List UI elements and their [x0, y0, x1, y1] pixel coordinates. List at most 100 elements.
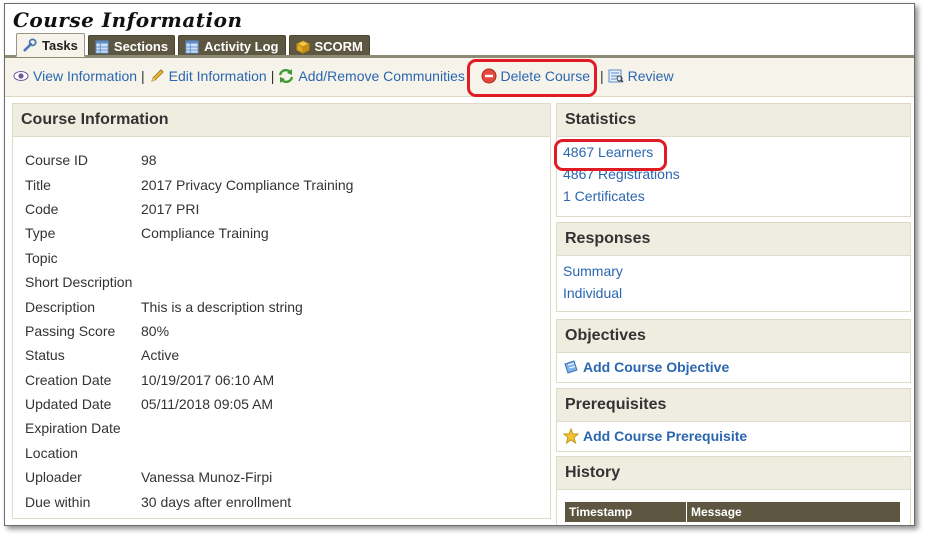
- info-label: Location: [25, 444, 78, 461]
- add-course-objective-label: Add Course Objective: [583, 359, 730, 375]
- add-course-prerequisite-link[interactable]: Add Course Prerequisite: [557, 422, 910, 444]
- info-row: Short Description: [25, 270, 353, 294]
- add-remove-communities-link[interactable]: Add/Remove Communities: [278, 68, 465, 84]
- info-value: 80%: [141, 322, 170, 339]
- info-row: Updated Date 05/11/2018 09:05 AM: [25, 392, 353, 416]
- info-value: [141, 441, 353, 465]
- prerequisites-heading: Prerequisites: [557, 389, 910, 422]
- info-label: Description: [25, 298, 96, 315]
- info-row: Topic: [25, 246, 353, 270]
- tab-sections[interactable]: Sections: [87, 35, 176, 57]
- tab-label: Tasks: [42, 37, 78, 53]
- info-value: 30 days after enrollment: [141, 493, 292, 510]
- history-panel: History Timestamp Message: [556, 456, 911, 525]
- responses-heading: Responses: [557, 223, 910, 256]
- info-row: Due within 30 days after enrollment: [25, 489, 353, 513]
- separator: |: [141, 68, 145, 84]
- info-label: Code: [25, 200, 59, 217]
- individual-link[interactable]: Individual: [563, 282, 910, 304]
- delete-icon: [481, 68, 497, 84]
- tab-activity-log[interactable]: Activity Log: [178, 35, 286, 57]
- info-label: Due within: [25, 493, 91, 510]
- star-icon: [563, 428, 579, 444]
- page-title: Course Information: [13, 8, 243, 32]
- info-value: 2017 Privacy Compliance Training: [141, 176, 354, 193]
- responses-panel: Responses Summary Individual: [556, 222, 911, 312]
- course-info-table: Course ID 98 Title 2017 Privacy Compliance …: [25, 148, 353, 514]
- review-label: Review: [627, 68, 674, 84]
- info-label: Title: [25, 176, 51, 193]
- certificates-link[interactable]: 1 Certificates: [563, 185, 910, 207]
- package-icon: [295, 39, 310, 54]
- info-value: 10/19/2017 06:10 AM: [141, 371, 275, 388]
- message-column-header[interactable]: Message: [686, 502, 901, 522]
- delete-course-label: Delete Course: [500, 68, 591, 84]
- objective-icon: [564, 360, 578, 374]
- summary-link[interactable]: Summary: [563, 260, 910, 282]
- info-label: Topic: [25, 249, 58, 266]
- tab-scorm[interactable]: SCORM: [288, 35, 370, 57]
- app-window: Course Information Tasks Sections Activi…: [4, 3, 915, 526]
- info-value: Active: [141, 347, 180, 364]
- info-row: Location: [25, 441, 353, 465]
- view-information-link[interactable]: View Information: [13, 68, 137, 84]
- tab-tasks[interactable]: Tasks: [16, 33, 85, 57]
- info-label: Creation Date: [25, 371, 112, 388]
- info-row: Expiration Date: [25, 416, 353, 440]
- tab-label: SCORM: [314, 39, 363, 54]
- info-row: Uploader Vanessa Munoz-Firpi: [25, 465, 353, 489]
- info-label: Type: [25, 225, 56, 242]
- learners-link[interactable]: 4867 Learners: [563, 141, 910, 163]
- statistics-heading: Statistics: [557, 104, 910, 137]
- refresh-arrows-icon: [279, 68, 294, 84]
- info-label: Short Description: [25, 274, 133, 291]
- tab-label: Sections: [113, 39, 169, 54]
- pencil-icon: [150, 69, 164, 82]
- info-value: 2017 PRI: [141, 200, 200, 217]
- info-row: Code 2017 PRI: [25, 197, 353, 221]
- tab-bar: Tasks Sections Activity Log SCORM: [16, 33, 370, 57]
- add-course-objective-link[interactable]: Add Course Objective: [557, 353, 910, 375]
- info-row: Type Compliance Training: [25, 221, 353, 245]
- info-value: 05/11/2018 09:05 AM: [141, 396, 274, 413]
- info-label: Passing Score: [25, 322, 116, 339]
- separator: |: [600, 68, 604, 84]
- course-info-panel: Course Information Course ID 98 Title 2017 …: [12, 103, 551, 519]
- info-value: Compliance Training: [141, 225, 269, 242]
- info-value: This is a description string: [141, 298, 303, 315]
- timestamp-column-header[interactable]: Timestamp: [565, 502, 687, 522]
- objectives-panel: Objectives Add Course Objective: [556, 319, 911, 383]
- info-value: Vanessa Munoz-Firpi: [141, 469, 273, 486]
- info-label: Uploader: [25, 469, 82, 486]
- separator: |: [270, 68, 275, 84]
- statistics-panel: Statistics 4867 Learners 4867 Registrati…: [556, 103, 911, 217]
- review-link[interactable]: Review: [608, 68, 674, 84]
- info-row: Status Active: [25, 343, 353, 367]
- wrench-icon: [23, 38, 37, 52]
- info-row: Course ID 98: [25, 148, 353, 172]
- add-course-prerequisite-label: Add Course Prerequisite: [583, 428, 748, 444]
- info-row: Creation Date 10/19/2017 06:10 AM: [25, 368, 353, 392]
- info-value: [141, 270, 353, 294]
- edit-information-link[interactable]: Edit Information: [149, 68, 267, 84]
- separator: |: [466, 68, 471, 84]
- history-table: Timestamp Message: [565, 502, 901, 522]
- view-information-label: View Information: [33, 68, 138, 84]
- add-remove-communities-label: Add/Remove Communities: [298, 68, 465, 84]
- info-value: [141, 246, 353, 270]
- info-row: Title 2017 Privacy Compliance Training: [25, 172, 353, 196]
- eye-icon: [13, 71, 29, 81]
- review-icon: [608, 69, 624, 83]
- info-label: Expiration Date: [25, 420, 121, 437]
- info-label: Updated Date: [25, 396, 112, 413]
- table-icon: [95, 39, 109, 54]
- registrations-link[interactable]: 4867 Registrations: [563, 163, 910, 185]
- table-icon: [185, 39, 199, 54]
- course-info-heading: Course Information: [13, 104, 550, 137]
- info-row: Passing Score 80%: [25, 319, 353, 343]
- history-heading: History: [557, 457, 910, 490]
- info-row: Description This is a description string: [25, 294, 353, 318]
- objectives-heading: Objectives: [557, 320, 910, 353]
- delete-course-link[interactable]: Delete Course: [481, 68, 591, 84]
- prerequisites-panel: Prerequisites Add Course Prerequisite: [556, 388, 911, 452]
